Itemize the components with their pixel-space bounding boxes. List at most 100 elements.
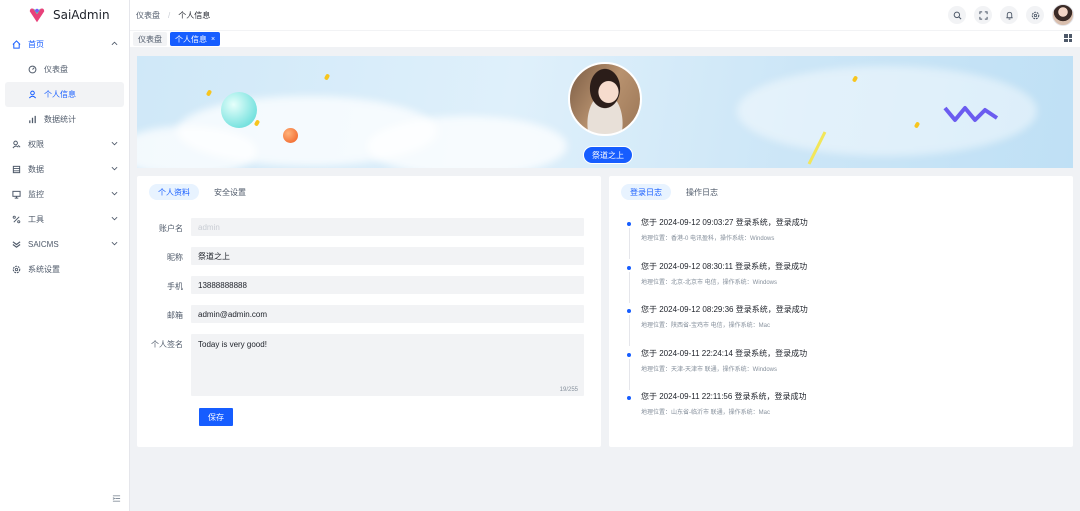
notification-button[interactable] [1000, 6, 1018, 24]
sidebar-item-saicms[interactable]: SAICMS [0, 232, 129, 257]
nickname-label: 昵称 [167, 253, 183, 262]
home-icon [11, 40, 21, 50]
timeline-item: 您于 2024-09-11 22:11:56 登录系统，登录成功 地理位置：山东… [625, 392, 1065, 436]
sidebar-item-home[interactable]: 首页 [0, 32, 129, 57]
chevron-down-icon [111, 190, 118, 199]
tab-login-log[interactable]: 登录日志 [621, 184, 671, 200]
timeline-line [628, 228, 630, 259]
sidebar-item-data[interactable]: 数据 [0, 157, 129, 182]
profile-name-badge: 祭道之上 [583, 146, 633, 164]
search-icon [953, 11, 961, 19]
phone-label: 手机 [167, 282, 183, 291]
timeline-line [628, 315, 630, 347]
data-icon [11, 165, 21, 175]
chevron-down-icon [111, 140, 118, 149]
tab-label: 仪表盘 [138, 34, 162, 44]
profile-card-tabs: 个人资料 安全设置 [149, 184, 255, 200]
user-avatar[interactable] [1052, 4, 1074, 26]
sidebar-item-label: 个人信息 [44, 90, 76, 99]
log-title: 您于 2024-09-12 08:29:36 登录系统，登录成功 [641, 305, 808, 315]
dashboard-icon [27, 65, 37, 75]
cms-icon [11, 240, 21, 250]
sidebar-item-label: 权限 [28, 140, 44, 149]
bell-icon [1005, 11, 1013, 20]
tab-dashboard[interactable]: 仪表盘 [133, 32, 167, 46]
sidebar-item-label: 首页 [28, 40, 44, 49]
nickname-field[interactable]: 祭道之上 [191, 247, 584, 265]
tab-label: 个人信息 [175, 34, 207, 44]
collapse-sidebar-icon[interactable] [112, 494, 121, 505]
bar-chart-icon [27, 115, 37, 125]
sidebar-menu: 首页 仪表盘 个人信息 数据统计 权限 数据 监控 工具 SAICMS 系统设置 [0, 32, 129, 282]
form-row-phone: 手机 13888888888 [137, 276, 601, 294]
username-field[interactable]: admin [191, 218, 584, 236]
char-counter: 19/255 [559, 387, 578, 393]
username-label: 账户名 [159, 224, 183, 233]
tab-operation-log[interactable]: 操作日志 [677, 184, 727, 200]
home-submenu: 仪表盘 个人信息 数据统计 [0, 57, 129, 132]
login-timeline: 您于 2024-09-12 09:03:27 登录系统，登录成功 地理位置：香港… [625, 218, 1065, 436]
settings-button[interactable] [1026, 6, 1044, 24]
chevron-down-icon [111, 240, 118, 249]
timeline-dot [627, 265, 631, 270]
tabs-menu-icon[interactable] [1064, 34, 1072, 42]
log-title: 您于 2024-09-11 22:24:14 登录系统，登录成功 [641, 348, 808, 358]
log-detail: 地理位置：香港-0 电讯盈科，操作系统：Windows [641, 236, 775, 242]
log-title: 您于 2024-09-12 09:03:27 登录系统，登录成功 [641, 218, 808, 227]
log-card-tabs: 登录日志 操作日志 [621, 184, 727, 200]
decorative-zigzag [943, 106, 999, 122]
monitor-icon [11, 190, 21, 200]
save-button[interactable]: 保存 [199, 408, 233, 426]
chevron-down-icon [111, 165, 118, 174]
decorative-bubble [221, 92, 257, 128]
sidebar-item-label: 数据统计 [44, 115, 76, 124]
form-row-nickname: 昵称 祭道之上 [137, 247, 601, 265]
tab-profile-info[interactable]: 个人资料 [149, 184, 199, 200]
timeline-item: 您于 2024-09-12 08:30:11 登录系统，登录成功 地理位置：北京… [625, 262, 1065, 306]
signature-value: Today is very good! [198, 340, 267, 349]
log-card: 登录日志 操作日志 您于 2024-09-12 09:03:27 登录系统，登录… [609, 176, 1073, 447]
sidebar-item-label: 系统设置 [28, 265, 60, 274]
logo[interactable]: SaiAdmin [0, 0, 129, 30]
top-header: 仪表盘 / 个人信息 [130, 0, 1080, 30]
search-button[interactable] [948, 6, 966, 24]
timeline-dot [627, 396, 631, 401]
profile-banner: 祭道之上 [137, 56, 1073, 168]
sidebar-item-statistics[interactable]: 数据统计 [5, 107, 124, 132]
form-row-username: 账户名 admin [137, 218, 601, 236]
breadcrumb-item[interactable]: 仪表盘 [136, 10, 160, 21]
signature-textarea[interactable]: Today is very good! 19/255 [191, 334, 584, 396]
timeline-item: 您于 2024-09-12 08:29:36 登录系统，登录成功 地理位置：陕西… [625, 305, 1065, 349]
tool-icon [11, 215, 21, 225]
sidebar-item-settings[interactable]: 系统设置 [0, 257, 129, 282]
log-title: 您于 2024-09-12 08:30:11 登录系统，登录成功 [641, 261, 808, 271]
log-detail: 地理位置：北京-北京市 电信，操作系统：Windows [641, 279, 778, 286]
form-row-signature: 个人签名 Today is very good! 19/255 [137, 334, 601, 396]
sidebar-item-permission[interactable]: 权限 [0, 132, 129, 157]
phone-field[interactable]: 13888888888 [191, 276, 584, 294]
profile-form-card: 个人资料 安全设置 账户名 admin 昵称 祭道之上 手机 138888888… [137, 176, 601, 447]
tab-profile[interactable]: 个人信息 × [170, 32, 221, 46]
saiadmin-logo-icon [29, 8, 45, 23]
timeline-dot [627, 222, 631, 226]
page-tabs-bar: 仪表盘 个人信息 × [130, 30, 1080, 47]
sidebar-item-monitor[interactable]: 监控 [0, 182, 129, 207]
close-icon[interactable]: × [211, 36, 215, 43]
breadcrumb-current: 个人信息 [178, 10, 211, 20]
fullscreen-icon [978, 10, 988, 20]
header-tools [948, 4, 1074, 26]
fullscreen-button[interactable] [974, 6, 992, 24]
decorative-ball [283, 128, 298, 143]
sidebar-item-tools[interactable]: 工具 [0, 207, 129, 232]
log-title: 您于 2024-09-11 22:11:56 登录系统，登录成功 [641, 392, 807, 402]
sidebar-item-label: SAICMS [28, 240, 59, 249]
tab-security-settings[interactable]: 安全设置 [205, 184, 255, 200]
permission-icon [11, 140, 21, 150]
sidebar: SaiAdmin 首页 仪表盘 个人信息 数据统计 权限 数据 监控 工具 SA… [0, 0, 130, 511]
profile-avatar[interactable] [568, 62, 642, 136]
sidebar-item-profile[interactable]: 个人信息 [5, 82, 124, 107]
email-field[interactable]: admin@admin.com [191, 305, 584, 323]
sidebar-item-dashboard[interactable]: 仪表盘 [5, 57, 124, 82]
sidebar-item-label: 监控 [28, 190, 44, 199]
settings-icon [11, 265, 21, 275]
